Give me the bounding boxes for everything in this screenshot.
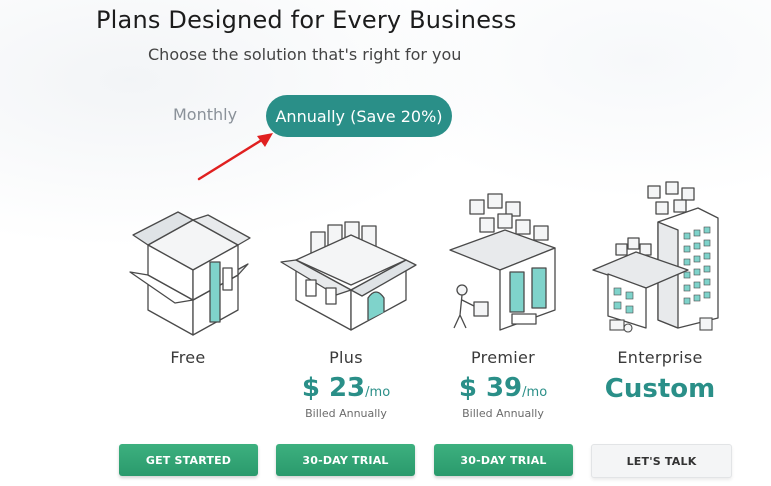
get-started-button[interactable]: GET STARTED (119, 444, 258, 476)
billing-toggle-annually[interactable]: Annually (Save 20%) (266, 95, 452, 137)
plan-name-plus: Plus (329, 348, 363, 367)
price-period: /mo (365, 385, 391, 400)
price-amount: $ 39 (458, 373, 523, 403)
price-amount: $ 23 (301, 373, 366, 403)
billing-note-premier: Billed Annually (462, 407, 544, 420)
price-period: /mo (522, 385, 548, 400)
billing-toggle-monthly[interactable]: Monthly (173, 105, 237, 124)
plan-name-premier: Premier (471, 348, 535, 367)
page-title: Plans Designed for Every Business (96, 6, 517, 34)
lets-talk-button[interactable]: LET'S TALK (591, 444, 732, 478)
red-arrow-annotation (197, 133, 273, 181)
billing-note-plus: Billed Annually (305, 407, 387, 420)
plus-house-illustration (280, 221, 417, 331)
plan-price-plus: $ 23/mo (271, 373, 421, 403)
premier-trial-button[interactable]: 30-DAY TRIAL (434, 444, 573, 476)
plan-price-premier: $ 39/mo (428, 373, 578, 403)
plus-trial-button[interactable]: 30-DAY TRIAL (276, 444, 415, 476)
premier-store-illustration (449, 193, 556, 331)
page-subtitle: Choose the solution that's right for you (148, 45, 462, 64)
free-box-illustration (129, 211, 251, 336)
enterprise-building-illustration (592, 181, 719, 333)
plan-name-enterprise: Enterprise (617, 348, 703, 367)
plan-price-enterprise: Custom (604, 374, 716, 404)
plan-name-free: Free (170, 348, 206, 367)
